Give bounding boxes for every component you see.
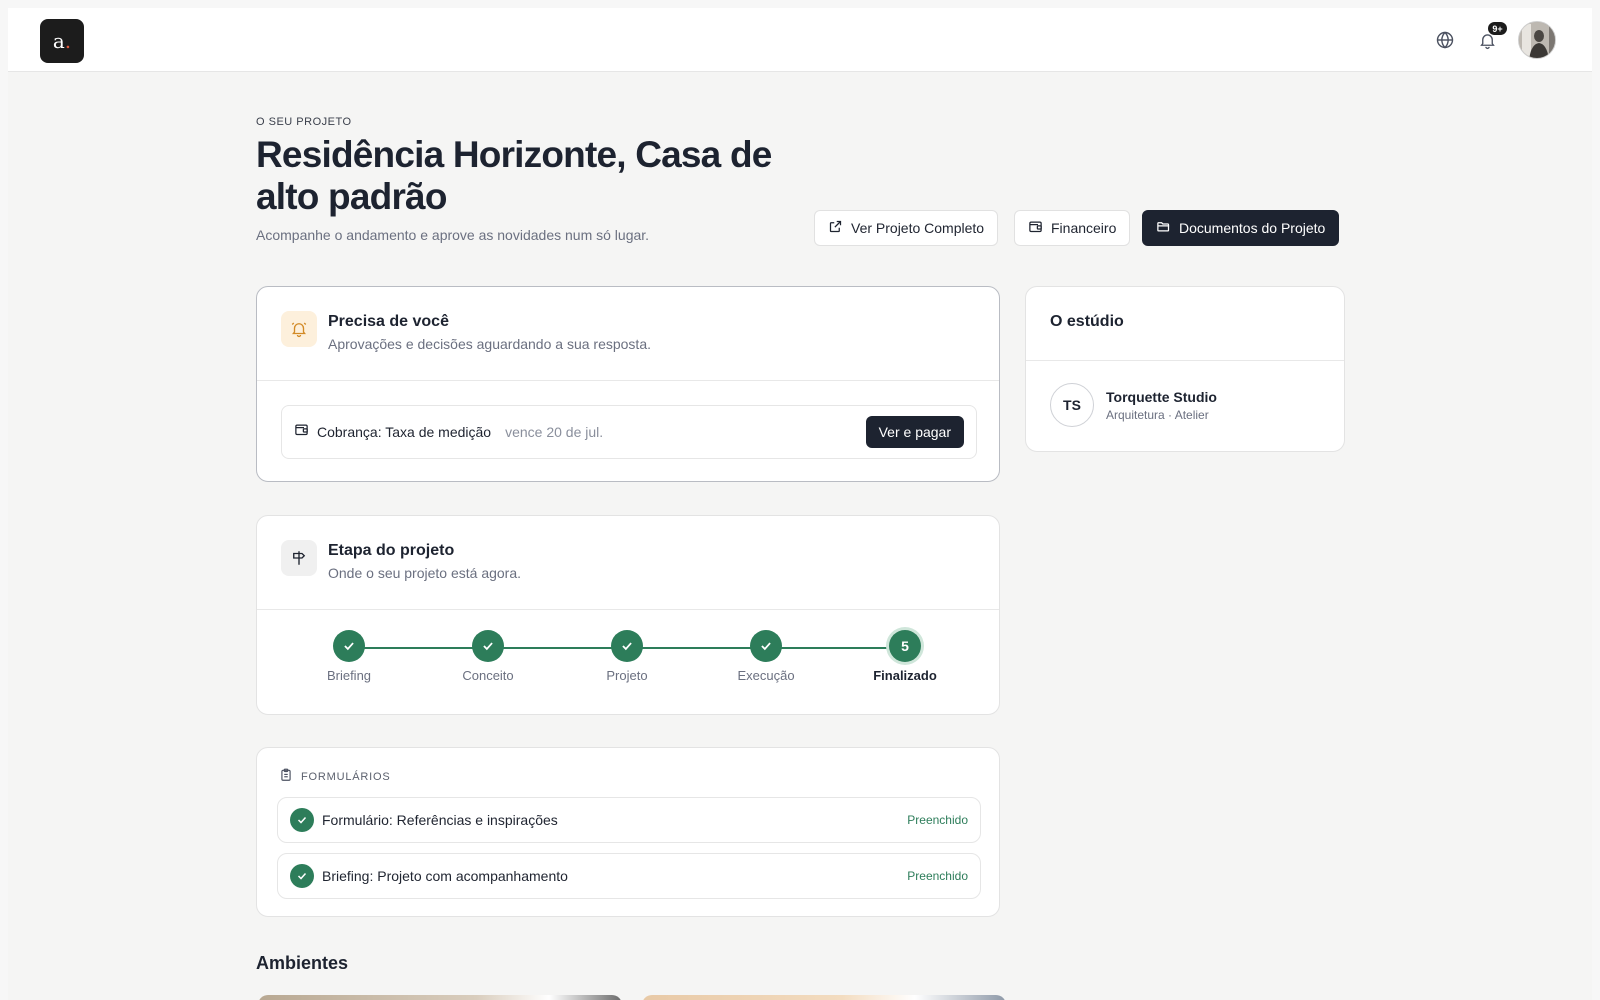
step-conceito: Conceito: [438, 630, 538, 683]
room-thumbnail[interactable]: [258, 995, 622, 1000]
studio-name: Torquette Studio: [1106, 388, 1217, 405]
step-label: Projeto: [606, 668, 648, 683]
external-link-icon: [828, 219, 843, 237]
stage-stepper: Briefing Conceito Projeto Execução 5 Fin…: [257, 630, 1001, 700]
step-label: Finalizado: [873, 668, 937, 683]
clipboard-icon: [279, 768, 293, 785]
attention-card: Precisa de você Aprovações e decisões ag…: [256, 286, 1000, 482]
check-icon: [290, 864, 314, 888]
studio-meta: Arquitetura · Atelier: [1106, 407, 1209, 422]
form-label: Formulário: Referências e inspirações: [322, 812, 558, 828]
studio-info[interactable]: TS Torquette Studio Arquitetura · Atelie…: [1050, 383, 1217, 427]
view-and-pay-button[interactable]: Ver e pagar: [865, 416, 964, 448]
studio-divider: [1026, 360, 1344, 361]
wallet-icon: [1028, 219, 1043, 237]
step-label: Conceito: [462, 668, 514, 683]
signpost-icon: [281, 540, 317, 576]
room-thumbnail[interactable]: [642, 995, 1006, 1000]
attention-header: Precisa de você Aprovações e decisões ag…: [281, 311, 651, 352]
check-icon: [750, 630, 782, 662]
project-documents-button[interactable]: Documentos do Projeto: [1142, 210, 1340, 246]
logo-letter: a: [52, 29, 65, 53]
rooms-title: Ambientes: [256, 953, 349, 973]
attention-divider: [257, 380, 999, 381]
page-title: Residência Horizonte, Casa de alto padrã…: [256, 134, 772, 217]
stage-title: Etapa do projeto: [328, 542, 455, 559]
step-finalizado: 5 Finalizado: [855, 630, 955, 683]
step-briefing: Briefing: [299, 630, 399, 683]
forms-heading: FORMULÁRIOS: [301, 770, 391, 783]
step-projeto: Projeto: [577, 630, 677, 683]
bell-ring-icon: [281, 311, 317, 347]
forms-card: FORMULÁRIOS Formulário: Referências e in…: [256, 747, 1000, 917]
studio-card: O estúdio TS Torquette Studio Arquitetur…: [1025, 286, 1345, 452]
stage-header: Etapa do projeto Onde o seu projeto está…: [281, 540, 521, 581]
check-icon: [611, 630, 643, 662]
folder-icon: [1156, 219, 1171, 237]
page-subtitle: Acompanhe o andamento e aprove as novida…: [256, 227, 650, 243]
view-full-project-button[interactable]: Ver Projeto Completo: [814, 210, 999, 246]
form-label: Briefing: Projeto com acompanhamento: [322, 868, 568, 884]
attention-title: Precisa de você: [328, 313, 449, 330]
logo-dot: .: [64, 29, 72, 53]
step-execucao: Execução: [716, 630, 816, 683]
attention-text: Precisa de você Aprovações e decisões ag…: [328, 311, 651, 352]
app-logo[interactable]: a.: [40, 19, 84, 63]
financial-button[interactable]: Financeiro: [1014, 210, 1131, 246]
step-label: Execução: [737, 668, 795, 683]
project-stage-card: Etapa do projeto Onde o seu projeto está…: [256, 515, 1000, 715]
top-bar: a. 9+: [8, 8, 1592, 72]
charge-item[interactable]: Cobrança: Taxa de medição vence 20 de ju…: [281, 405, 977, 459]
charge-due-date: vence 20 de jul.: [505, 424, 604, 440]
notifications-badge: 9+: [1487, 21, 1508, 36]
stage-subtitle: Onde o seu projeto está agora.: [328, 565, 522, 581]
studio-text: Torquette Studio Arquitetura · Atelier: [1106, 389, 1217, 422]
app-frame: a. 9+ O SEU PROJETO Residência Horizonte…: [8, 8, 1592, 1000]
page-eyebrow: O SEU PROJETO: [256, 116, 352, 128]
current-step-number: 5: [889, 630, 921, 662]
studio-avatar: TS: [1050, 383, 1094, 427]
stage-text: Etapa do projeto Onde o seu projeto está…: [328, 540, 521, 581]
financial-label: Financeiro: [1051, 220, 1117, 236]
form-item[interactable]: Briefing: Projeto com acompanhamento Pre…: [277, 853, 981, 899]
form-status: Preenchido: [907, 869, 968, 883]
view-full-project-label: Ver Projeto Completo: [851, 220, 985, 236]
wallet-icon: [294, 422, 309, 442]
project-documents-label: Documentos do Projeto: [1179, 220, 1326, 236]
form-status: Preenchido: [907, 813, 968, 827]
step-label: Briefing: [326, 668, 372, 683]
charge-label: Cobrança: Taxa de medição: [317, 424, 492, 440]
user-avatar[interactable]: [1518, 21, 1556, 59]
check-icon: [333, 630, 365, 662]
attention-subtitle: Aprovações e decisões aguardando a sua r…: [328, 336, 651, 352]
check-icon: [290, 808, 314, 832]
forms-header: FORMULÁRIOS: [279, 768, 390, 785]
form-item[interactable]: Formulário: Referências e inspirações Pr…: [277, 797, 981, 843]
stage-divider: [257, 609, 999, 610]
studio-title: O estúdio: [1050, 313, 1124, 330]
check-icon: [472, 630, 504, 662]
globe-icon[interactable]: [1433, 28, 1457, 52]
